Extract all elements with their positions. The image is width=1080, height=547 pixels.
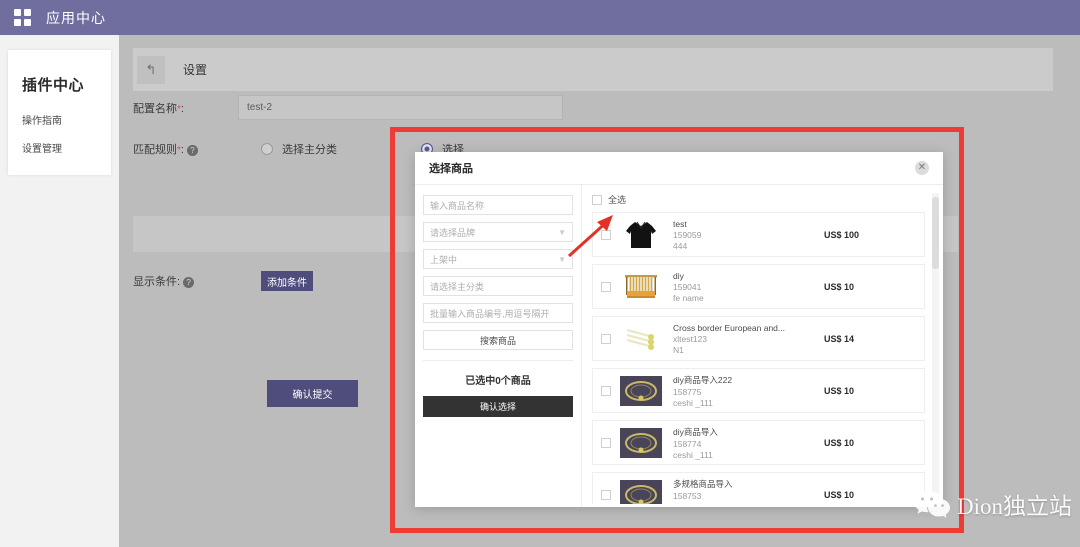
sidebar-item-settings[interactable]: 设置管理	[22, 140, 62, 155]
annotation-highlight-box	[390, 127, 964, 533]
page-title: 设置	[183, 61, 207, 78]
undo-arrow-icon[interactable]: ↰	[137, 56, 165, 84]
config-name-row: 配置名称*: test-2	[133, 95, 563, 120]
annotation-arrow-icon	[565, 210, 625, 262]
watermark: Dion独立站	[913, 487, 1072, 521]
page-header: ↰ 设置	[133, 48, 1053, 91]
app-title: 应用中心	[46, 8, 106, 28]
app-top-bar: 应用中心	[0, 0, 1080, 35]
config-name-input[interactable]: test-2	[238, 95, 563, 120]
sidebar-title: 插件中心	[22, 74, 84, 95]
config-name-label: 配置名称*:	[133, 100, 238, 116]
sidebar: 插件中心 操作指南 设置管理	[0, 35, 119, 547]
wechat-icon	[913, 488, 951, 520]
radio-indicator	[261, 143, 273, 155]
display-condition-row: 显示条件:? 添加条件	[133, 271, 313, 291]
grid-apps-icon[interactable]	[14, 9, 32, 27]
watermark-text: Dion独立站	[957, 487, 1072, 521]
submit-button[interactable]: 确认提交	[267, 380, 358, 407]
question-mark-icon[interactable]: ?	[187, 145, 198, 156]
sidebar-item-guide[interactable]: 操作指南	[22, 112, 62, 127]
match-rule-label: 匹配规则*:?	[133, 141, 238, 157]
display-condition-label: 显示条件:?	[133, 273, 238, 289]
add-condition-button[interactable]: 添加条件	[261, 271, 313, 291]
sidebar-card: 插件中心 操作指南 设置管理	[8, 50, 111, 175]
question-mark-icon[interactable]: ?	[183, 277, 194, 288]
radio-label: 选择主分类	[282, 141, 337, 157]
screen: 应用中心 插件中心 操作指南 设置管理 ↰ 设置 配置名称*: test-2	[0, 0, 1080, 547]
radio-option-main-category[interactable]: 选择主分类	[261, 141, 337, 157]
